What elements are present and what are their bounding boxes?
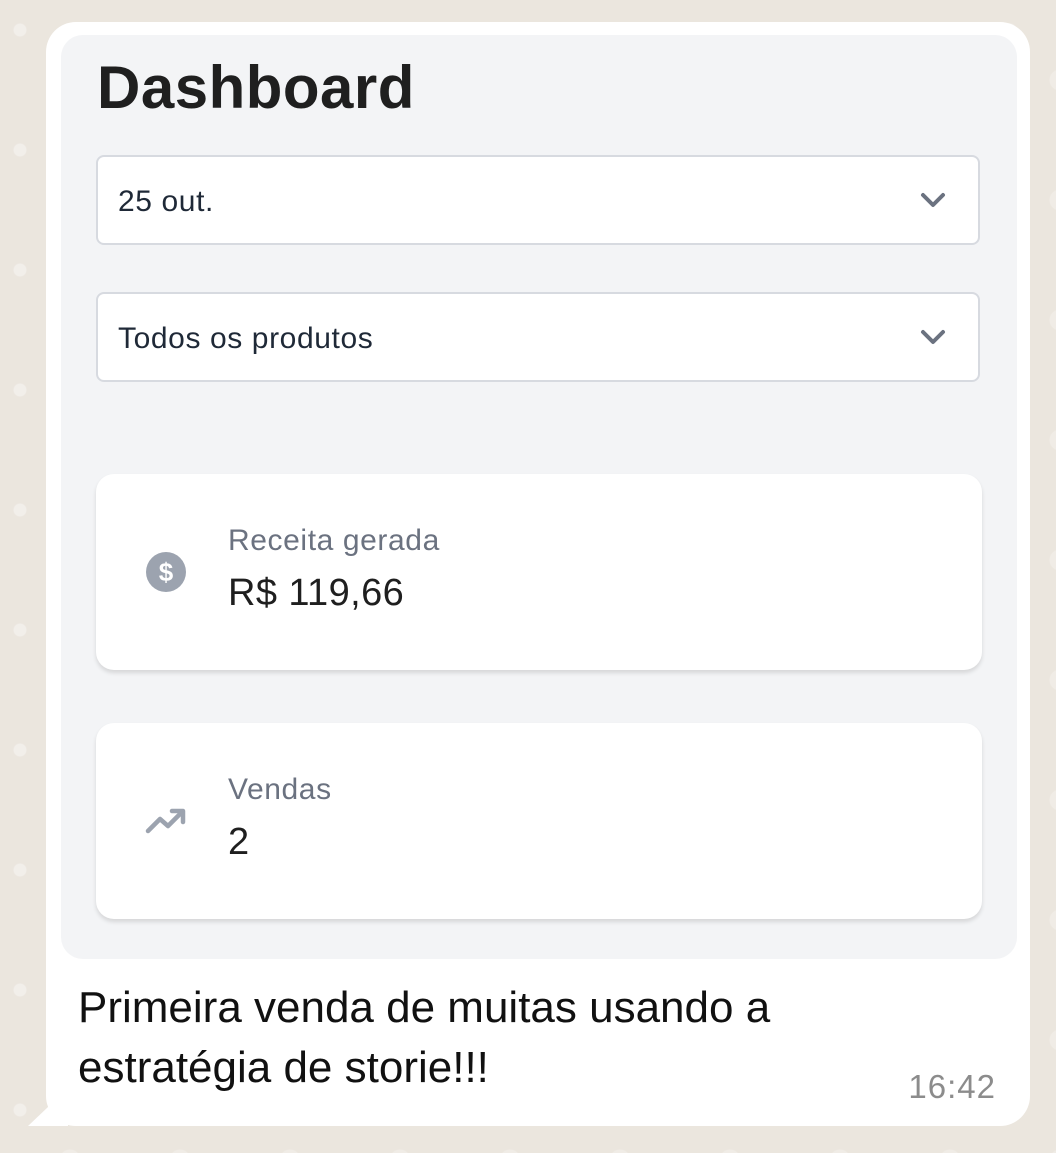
date-select-value: 25 out. <box>118 185 214 218</box>
sales-card: Vendas 2 <box>96 723 982 919</box>
dashboard-screenshot-image[interactable]: Dashboard 25 out. Todos os produtos $ Re… <box>61 35 1017 959</box>
page-title: Dashboard <box>97 54 415 121</box>
sales-label: Vendas <box>228 773 332 806</box>
dollar-icon: $ <box>146 552 186 592</box>
chevron-down-icon <box>921 330 945 344</box>
chevron-down-icon <box>921 193 945 207</box>
revenue-value: R$ 119,66 <box>228 572 405 614</box>
product-select-value: Todos os produtos <box>118 322 374 355</box>
message-bubble[interactable]: Dashboard 25 out. Todos os produtos $ Re… <box>46 22 1030 1126</box>
message-timestamp: 16:42 <box>908 1068 996 1105</box>
message-text: Primeira venda de muitas usando a estrat… <box>78 983 771 1092</box>
svg-text:$: $ <box>159 557 174 587</box>
product-select[interactable]: Todos os produtos <box>96 292 980 382</box>
revenue-label: Receita gerada <box>228 524 440 557</box>
sales-value: 2 <box>228 821 250 863</box>
revenue-card: $ Receita gerada R$ 119,66 <box>96 474 982 670</box>
date-select[interactable]: 25 out. <box>96 155 980 245</box>
trending-up-icon <box>145 808 186 834</box>
